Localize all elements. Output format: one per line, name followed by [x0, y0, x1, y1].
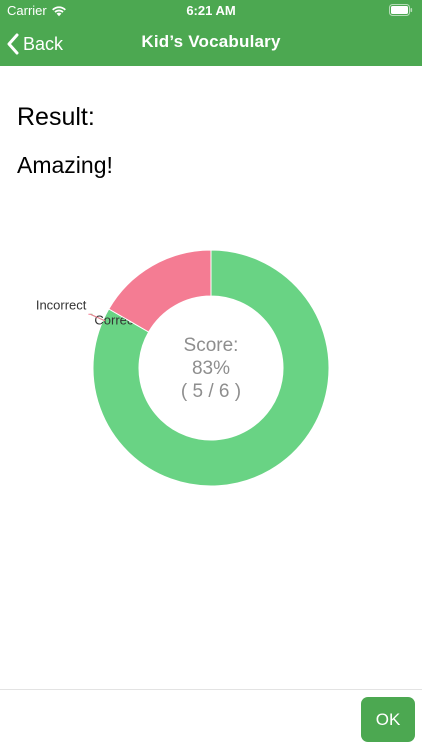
ok-button[interactable]: OK — [361, 697, 415, 742]
center-score-fraction: ( 5 / 6 ) — [181, 381, 241, 402]
slice-label-incorrect: Incorrect — [36, 297, 87, 312]
center-score-percent: 83% — [192, 358, 230, 379]
status-bar: Carrier 6:21 AM — [0, 0, 422, 22]
result-label: Result: — [17, 103, 95, 131]
nav-title: Kid’s Vocabulary — [141, 32, 281, 51]
result-verdict: Amazing! — [17, 152, 113, 178]
navigation-bar: Back Kid’s Vocabulary — [0, 22, 422, 66]
battery-icon — [389, 4, 413, 16]
app-header: Carrier 6:21 AM Back Kid’s Vocabulary — [0, 0, 422, 66]
score-donut-chart: CorrectIncorrectScore:83%( 5 / 6 ) — [36, 249, 330, 487]
center-score-label: Score: — [184, 335, 239, 356]
footer-divider — [0, 689, 422, 690]
status-time: 6:21 AM — [186, 3, 236, 18]
